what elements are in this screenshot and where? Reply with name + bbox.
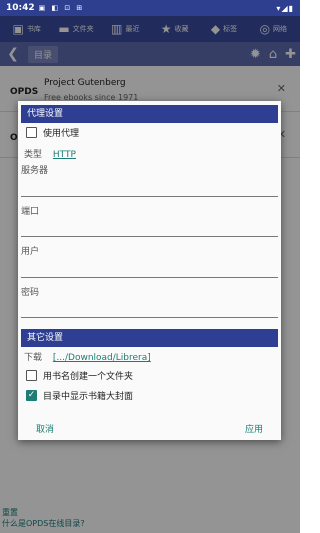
use-proxy-label: 使用代理 — [43, 129, 80, 139]
download-path-link[interactable]: [.../Download/Librera] — [53, 353, 151, 363]
show-cover-checkbox-row[interactable]: ✓ 目录中显示书籍大封面 — [26, 389, 133, 402]
proxy-type-row: 类型 HTTP — [24, 147, 76, 160]
status-time: 10:42 — [6, 3, 35, 13]
port-field[interactable] — [21, 236, 278, 237]
apply-button[interactable]: 应用 — [245, 422, 263, 435]
user-label: 用户 — [21, 247, 40, 257]
proxy-settings-dialog: 代理设置 使用代理 类型 HTTP 服务器 端口 用户 密码 其它设置 下载 [… — [18, 101, 281, 440]
status-bar: 10:42 ▣ ◧ ⊡ ⊞ ▾◢▮ — [0, 0, 300, 16]
use-proxy-checkbox[interactable] — [26, 127, 37, 138]
create-folder-label: 用书名创建一个文件夹 — [43, 372, 134, 382]
proxy-type-select[interactable]: HTTP — [53, 150, 76, 160]
other-section-header: 其它设置 — [21, 329, 278, 347]
download-label: 下载 — [24, 353, 43, 363]
user-field[interactable] — [21, 277, 278, 278]
status-signal-battery-icon: ▾◢▮ — [276, 3, 294, 13]
proxy-section-header: 代理设置 — [21, 105, 278, 123]
show-cover-label: 目录中显示书籍大封面 — [43, 392, 134, 402]
cancel-button[interactable]: 取消 — [36, 422, 54, 435]
status-notification-icons: ▣ ◧ ⊡ ⊞ — [38, 4, 85, 12]
create-folder-checkbox-row[interactable]: 用书名创建一个文件夹 — [26, 369, 133, 382]
show-cover-checkbox[interactable]: ✓ — [26, 390, 37, 401]
download-row: 下载 [.../Download/Librera] — [24, 350, 151, 363]
password-field[interactable] — [21, 317, 278, 318]
port-label: 端口 — [21, 207, 40, 217]
server-field[interactable] — [21, 196, 278, 197]
proxy-type-label: 类型 — [24, 150, 43, 160]
password-label: 密码 — [21, 288, 40, 298]
server-label: 服务器 — [21, 166, 49, 176]
use-proxy-checkbox-row[interactable]: 使用代理 — [26, 126, 79, 139]
create-folder-checkbox[interactable] — [26, 370, 37, 381]
